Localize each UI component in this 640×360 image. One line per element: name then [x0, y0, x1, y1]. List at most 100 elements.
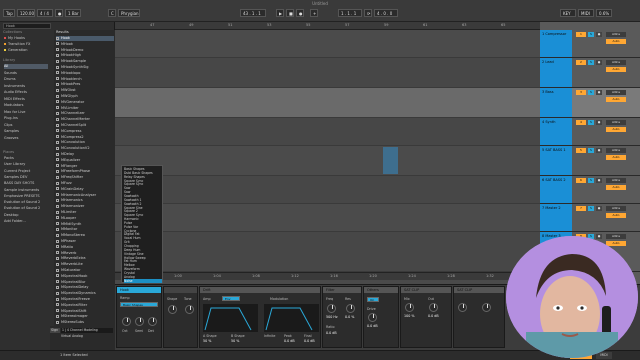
- track-name[interactable]: 1 Compressor: [540, 30, 572, 57]
- monitor-selector[interactable]: Auto: [606, 213, 626, 218]
- amp-env-tab[interactable]: Env: [222, 296, 240, 301]
- ramp-selector[interactable]: Basic Shapes: [120, 302, 158, 307]
- result-item[interactable]: MMonitor: [56, 227, 114, 232]
- key-field[interactable]: C: [108, 9, 116, 17]
- monitor-selector[interactable]: Auto: [606, 39, 626, 44]
- arm-button[interactable]: ●: [596, 120, 602, 125]
- arm-button[interactable]: ●: [596, 234, 602, 239]
- metronome-interval[interactable]: 1 Bar: [65, 9, 81, 17]
- shape-knob[interactable]: [168, 305, 177, 314]
- solo-button[interactable]: S: [588, 178, 594, 183]
- midi-map-button[interactable]: MIDI: [578, 9, 594, 17]
- result-item[interactable]: MFreqShifter: [56, 175, 114, 180]
- mod-envelope-graph[interactable]: [264, 304, 319, 332]
- amp-envelope-graph[interactable]: [203, 304, 258, 332]
- solo-button[interactable]: S: [588, 206, 594, 211]
- track-name[interactable]: 5 SAT BASS 1: [540, 146, 572, 175]
- overdub-button[interactable]: +: [310, 9, 318, 17]
- track-activator[interactable]: 1: [576, 32, 586, 37]
- monitor-selector[interactable]: Auto: [606, 185, 626, 190]
- collection-item[interactable]: My Hooks: [4, 36, 48, 41]
- result-item[interactable]: MHook: [56, 42, 114, 47]
- res-knob[interactable]: [346, 304, 355, 313]
- track-lane[interactable]: [115, 88, 540, 118]
- input-type-selector[interactable]: AllIns: [606, 206, 626, 211]
- monitor-selector[interactable]: Auto: [606, 97, 626, 102]
- peak-value[interactable]: 0.0 dB: [284, 339, 295, 343]
- result-item[interactable]: MCompress: [56, 129, 114, 134]
- monitor-selector[interactable]: Auto: [606, 67, 626, 72]
- library-item[interactable]: Audio Effects: [4, 90, 48, 95]
- result-item[interactable]: MStereoImager: [56, 314, 114, 319]
- track-header[interactable]: 3 Bass 3 S ● AllIns Auto: [540, 88, 640, 118]
- result-item[interactable]: MLimiter: [56, 210, 114, 215]
- track-header[interactable]: 5 SAT BASS 1 5 S ● AllIns Auto: [540, 146, 640, 176]
- solo-button[interactable]: S: [588, 90, 594, 95]
- track-lane[interactable]: [115, 204, 540, 232]
- place-item[interactable]: Sample instruments: [4, 188, 48, 193]
- result-item[interactable]: MConvolution: [56, 140, 114, 145]
- library-item[interactable]: Plug-Ins: [4, 116, 48, 121]
- input-type-selector[interactable]: AllIns: [606, 120, 626, 125]
- result-item[interactable]: MPhaser: [56, 239, 114, 244]
- library-item[interactable]: Sounds: [4, 71, 48, 76]
- bpm-field[interactable]: 120.00: [17, 9, 35, 17]
- track-header[interactable]: 1 Compressor 1 S ● AllIns Auto: [540, 30, 640, 58]
- freq-knob[interactable]: [327, 304, 336, 313]
- place-item[interactable]: Samples DEV: [4, 175, 48, 180]
- a-shape-value[interactable]: 50 %: [203, 339, 211, 343]
- track-lane[interactable]: [115, 176, 540, 204]
- library-item[interactable]: Samples: [4, 129, 48, 134]
- result-item[interactable]: MMidiSynth: [56, 222, 114, 227]
- result-item[interactable]: MDelay: [56, 152, 114, 157]
- play-button[interactable]: ▶: [276, 9, 284, 17]
- library-item[interactable]: MIDI Effects: [4, 97, 48, 102]
- solo-button[interactable]: S: [588, 148, 594, 153]
- result-item[interactable]: MChannelSplit: [56, 123, 114, 128]
- b-shape-value[interactable]: 50 %: [231, 339, 239, 343]
- track-name[interactable]: 4 Synth: [540, 118, 572, 145]
- result-item[interactable]: MChannelMerter: [56, 117, 114, 122]
- library-item[interactable]: Instruments: [4, 84, 48, 89]
- device-hook-title[interactable]: Hook: [117, 287, 161, 293]
- result-item[interactable]: MSpectralBlur: [56, 280, 114, 285]
- tone-knob[interactable]: [185, 305, 194, 314]
- result-item[interactable]: MRatio: [56, 245, 114, 250]
- result-item[interactable]: MReverb: [56, 251, 114, 256]
- freq-value[interactable]: 500 Hz: [326, 315, 338, 319]
- result-item[interactable]: MMonoStereo: [56, 233, 114, 238]
- place-item[interactable]: Evolution of Sound 2: [4, 200, 48, 205]
- sat2-title[interactable]: SAT CLIP: [454, 287, 504, 293]
- loop-length-field[interactable]: 4 . 0 . 0: [374, 9, 398, 17]
- ratio-value[interactable]: 0.0 dB: [326, 331, 337, 335]
- place-item[interactable]: User Library: [4, 162, 48, 167]
- semi-knob[interactable]: [135, 317, 144, 326]
- track-activator[interactable]: 7: [576, 206, 586, 211]
- input-type-selector[interactable]: AllIns: [606, 148, 626, 153]
- track-header[interactable]: 7 Master 2 7 S ● AllIns Auto: [540, 204, 640, 232]
- library-item[interactable]: Modulators: [4, 103, 48, 108]
- result-item[interactable]: MFuzz: [56, 181, 114, 186]
- input-type-selector[interactable]: AllIns: [606, 90, 626, 95]
- place-item[interactable]: Evolution of Sound 2: [4, 206, 48, 211]
- time-signature-field[interactable]: 4 / 4: [37, 9, 53, 17]
- arm-button[interactable]: ●: [596, 148, 602, 153]
- result-item[interactable]: MHooklopo: [56, 71, 114, 76]
- library-item[interactable]: Drums: [4, 77, 48, 82]
- mix-value[interactable]: 100 %: [404, 314, 414, 318]
- result-item[interactable]: MHookPres: [56, 82, 114, 87]
- mix-knob[interactable]: [405, 303, 414, 312]
- res-value[interactable]: 0.0 %: [345, 315, 354, 319]
- track-lane[interactable]: [115, 30, 540, 58]
- loop-start-field[interactable]: 1 . 1 . 1: [338, 9, 362, 17]
- oct-knob[interactable]: [122, 317, 131, 326]
- scale-field[interactable]: Phrygian: [118, 9, 140, 17]
- result-item[interactable]: MSpectralFreeze: [56, 297, 114, 302]
- arm-button[interactable]: ●: [596, 60, 602, 65]
- library-item[interactable]: Grooves: [4, 136, 48, 141]
- out-knob[interactable]: [429, 303, 438, 312]
- result-item[interactable]: MSpectralDelay: [56, 285, 114, 290]
- drive-value[interactable]: 0.0 dB: [367, 324, 378, 328]
- drive-knob[interactable]: [368, 313, 377, 322]
- metronome-button[interactable]: ●: [55, 9, 63, 17]
